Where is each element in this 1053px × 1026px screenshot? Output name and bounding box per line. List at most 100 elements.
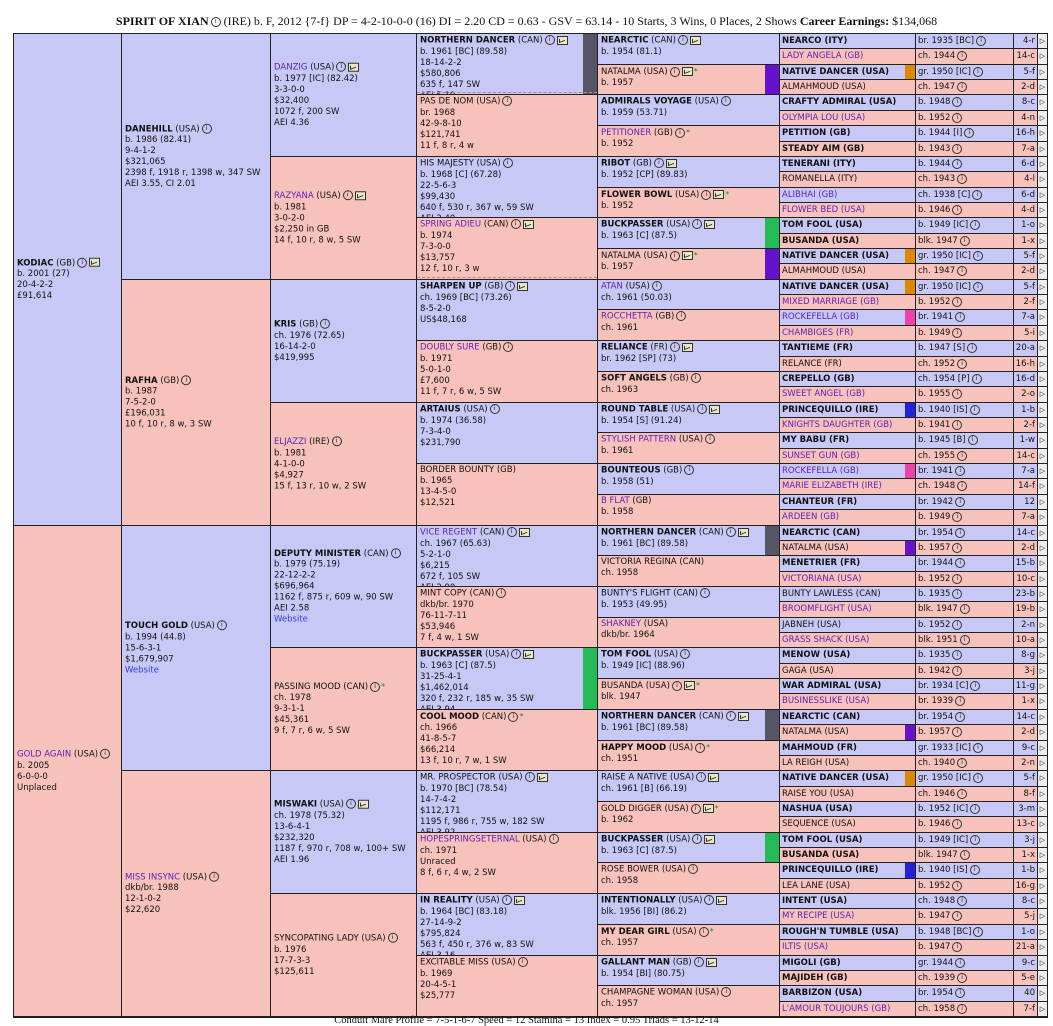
info-icon[interactable]: i xyxy=(671,680,682,691)
info-icon[interactable]: i xyxy=(502,96,513,106)
expand-arrow-icon[interactable]: ▷ xyxy=(1038,618,1047,632)
info-icon[interactable]: i xyxy=(970,803,981,814)
family-number[interactable]: 6-d xyxy=(1021,159,1035,169)
expand-arrow-icon[interactable]: ▷ xyxy=(1038,172,1047,187)
info-icon[interactable]: i xyxy=(489,404,500,414)
expand-arrow-icon[interactable]: ▷ xyxy=(1038,940,1047,955)
horse-name[interactable]: MIXED MARRIAGE (GB) xyxy=(782,297,879,307)
family-number[interactable]: 14-c xyxy=(1016,451,1035,461)
horse-name[interactable]: MY RECIPE (USA) xyxy=(782,911,854,921)
horse-name[interactable]: MR. PROSPECTOR xyxy=(420,773,496,783)
horse-name[interactable]: VICTORIA REGINA xyxy=(601,557,677,567)
family-number[interactable]: 2-d xyxy=(1021,82,1035,92)
horse-name[interactable]: CHAMPAGNE WOMAN xyxy=(601,988,692,998)
horse-name[interactable]: PASSING MOOD xyxy=(274,682,341,692)
info-icon[interactable]: i xyxy=(517,957,528,967)
horse-name[interactable]: NATIVE DANCER (USA) xyxy=(782,67,889,77)
family-number[interactable]: 1-o xyxy=(1021,220,1035,230)
expand-arrow-icon[interactable]: ▷ xyxy=(1038,879,1047,893)
info-icon[interactable]: i xyxy=(653,158,664,168)
email-icon[interactable] xyxy=(689,35,701,45)
info-icon[interactable]: i xyxy=(952,573,963,584)
family-number[interactable]: 16-g xyxy=(1016,881,1035,891)
horse-name[interactable]: ALMAHMOUD (USA) xyxy=(782,266,866,276)
family-number[interactable]: 16-d xyxy=(1016,374,1035,384)
expand-arrow-icon[interactable]: ▷ xyxy=(1038,741,1047,755)
expand-arrow-icon[interactable]: ▷ xyxy=(1038,249,1047,263)
horse-name[interactable]: ROUND TABLE xyxy=(601,405,668,415)
info-icon[interactable]: i xyxy=(524,772,535,782)
email-icon[interactable] xyxy=(704,834,716,844)
expand-arrow-icon[interactable]: ▷ xyxy=(1038,833,1047,847)
horse-name[interactable]: TOM FOOL xyxy=(601,650,651,660)
expand-arrow-icon[interactable]: ▷ xyxy=(1038,264,1047,279)
horse-name[interactable]: RELANCE (FR) xyxy=(782,359,842,369)
info-icon[interactable]: i xyxy=(390,547,401,558)
horse-name[interactable]: MINT COPY xyxy=(420,589,467,599)
expand-arrow-icon[interactable]: ▷ xyxy=(1038,1002,1047,1016)
horse-name[interactable]: RAFHA xyxy=(125,375,158,385)
expand-arrow-icon[interactable]: ▷ xyxy=(1038,495,1047,509)
horse-name[interactable]: BUCKPASSER xyxy=(601,220,663,230)
horse-name[interactable]: DOUBLY SURE xyxy=(420,343,480,353)
email-icon[interactable] xyxy=(517,281,529,291)
info-icon[interactable]: i xyxy=(973,926,984,937)
expand-arrow-icon[interactable]: ▷ xyxy=(1038,142,1047,156)
expand-arrow-icon[interactable]: ▷ xyxy=(1038,817,1047,832)
family-number[interactable]: 16-h xyxy=(1016,359,1035,369)
expand-arrow-icon[interactable]: ▷ xyxy=(1038,986,1047,1001)
family-number[interactable]: 9-c xyxy=(1022,743,1035,753)
horse-name[interactable]: DANEHILL xyxy=(125,124,173,134)
family-number[interactable]: 20-a xyxy=(1016,343,1035,353)
horse-name[interactable]: ELJAZZI xyxy=(274,437,306,447)
horse-name[interactable]: RAISE YOU (USA) xyxy=(782,789,854,799)
info-icon[interactable]: i xyxy=(720,96,731,106)
expand-arrow-icon[interactable]: ▷ xyxy=(1038,418,1047,432)
info-icon[interactable]: i xyxy=(675,127,685,138)
horse-name[interactable]: BUNTY'S FLIGHT xyxy=(601,589,671,599)
info-icon[interactable]: i xyxy=(959,634,970,645)
info-icon[interactable]: i xyxy=(952,112,963,123)
info-icon[interactable]: i xyxy=(969,404,980,415)
horse-name[interactable]: SHAKNEY xyxy=(601,619,641,629)
family-number[interactable]: 8-f xyxy=(1024,789,1035,799)
info-icon[interactable]: i xyxy=(952,880,963,891)
family-number[interactable]: 10-c xyxy=(1016,574,1035,584)
family-number[interactable]: 1-b xyxy=(1021,405,1035,415)
expand-arrow-icon[interactable]: ▷ xyxy=(1038,710,1047,724)
info-icon[interactable]: i xyxy=(957,1003,968,1014)
horse-name[interactable]: HAPPY MOOD xyxy=(601,743,666,753)
info-icon[interactable]: i xyxy=(952,649,963,660)
info-icon[interactable]: i xyxy=(957,173,968,184)
horse-name[interactable]: CHANTEUR (FR) xyxy=(782,497,857,507)
info-icon[interactable]: i xyxy=(548,834,559,844)
expand-arrow-icon[interactable]: ▷ xyxy=(1038,971,1047,985)
family-number[interactable]: 4-n xyxy=(1021,113,1035,123)
family-number[interactable]: 15-b xyxy=(1016,558,1035,568)
email-icon[interactable] xyxy=(713,190,725,199)
family-number[interactable]: 5-e xyxy=(1021,973,1035,983)
info-icon[interactable]: i xyxy=(501,895,512,905)
horse-name[interactable]: OLYMPIA LOU (USA) xyxy=(782,113,865,123)
info-icon[interactable]: i xyxy=(957,757,968,768)
horse-name[interactable]: ATAN xyxy=(601,282,623,292)
website-link[interactable]: Website xyxy=(274,614,413,625)
horse-name[interactable]: L'AMOUR TOUJOURS (GB) xyxy=(782,1004,890,1014)
info-icon[interactable]: i xyxy=(952,818,963,829)
info-icon[interactable]: i xyxy=(952,511,963,522)
info-icon[interactable]: i xyxy=(952,158,963,169)
horse-name[interactable]: JABNEH (USA) xyxy=(782,620,841,630)
horse-name[interactable]: MENOW (USA) xyxy=(782,650,850,660)
expand-arrow-icon[interactable]: ▷ xyxy=(1038,111,1047,125)
info-icon[interactable]: i xyxy=(721,987,732,997)
email-icon[interactable] xyxy=(716,895,728,905)
horse-name[interactable]: KRIS xyxy=(274,319,296,329)
family-number[interactable]: 2-n xyxy=(1021,620,1035,630)
horse-name[interactable]: BUCKPASSER xyxy=(420,650,482,660)
info-icon[interactable]: i xyxy=(955,695,966,706)
horse-name[interactable]: VICTORIANA (USA) xyxy=(782,574,861,584)
expand-arrow-icon[interactable]: ▷ xyxy=(1038,310,1047,325)
info-icon[interactable]: i xyxy=(336,61,347,72)
horse-name[interactable]: SUNSET GUN (GB) xyxy=(782,451,860,461)
horse-name[interactable]: STYLISH PATTERN xyxy=(601,435,676,445)
